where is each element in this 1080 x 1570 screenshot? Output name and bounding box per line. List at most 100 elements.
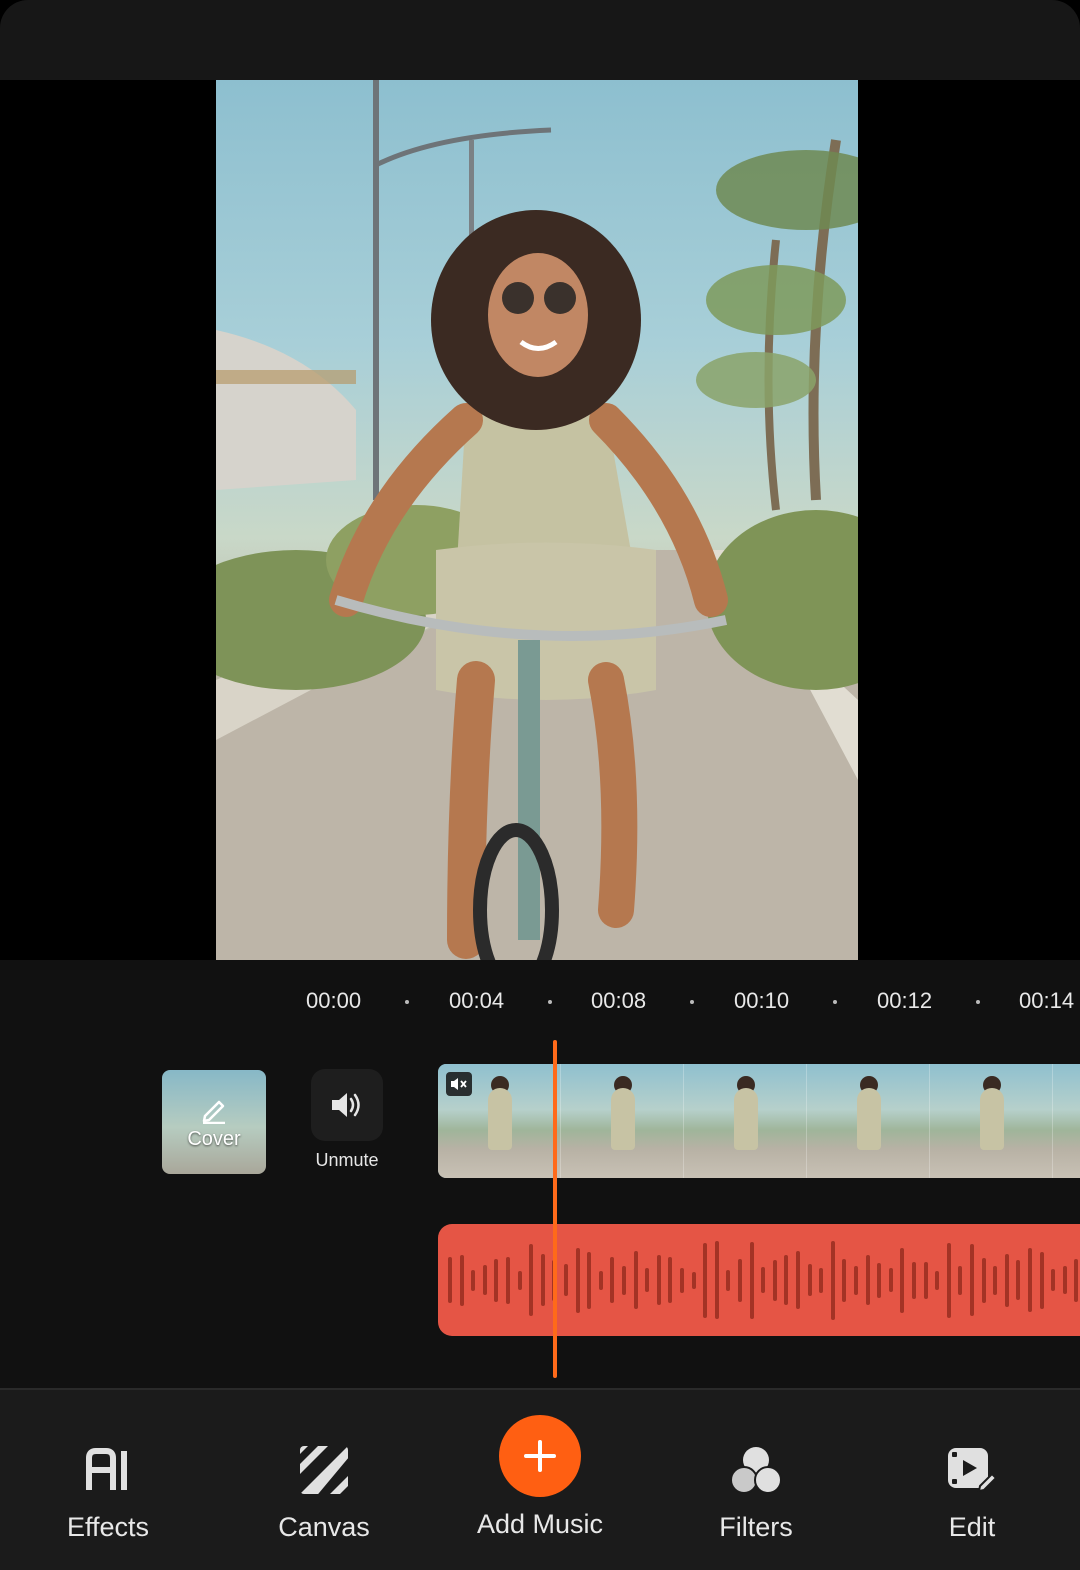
waveform-bar — [622, 1265, 626, 1295]
tick-dot — [548, 1000, 552, 1004]
edit-video-icon — [948, 1448, 998, 1493]
waveform-bar — [540, 1254, 545, 1306]
video-frame-thumb — [684, 1064, 807, 1178]
nav-canvas[interactable]: Canvas — [216, 1390, 432, 1570]
waveform-bar — [1074, 1258, 1079, 1302]
waveform-bar — [958, 1265, 963, 1295]
waveform-bar — [761, 1267, 766, 1293]
tick-dot — [405, 1000, 409, 1004]
nav-filters[interactable]: Filters — [648, 1390, 864, 1570]
waveform-bar — [854, 1265, 858, 1295]
waveform-bar — [888, 1268, 893, 1292]
waveform-bar — [877, 1262, 882, 1298]
playhead[interactable] — [553, 1040, 557, 1378]
waveform-bar — [1039, 1251, 1044, 1309]
add-music-button[interactable] — [499, 1415, 581, 1497]
tick-dot — [690, 1000, 694, 1004]
unmute-button[interactable] — [311, 1069, 383, 1141]
waveform-bar — [935, 1270, 940, 1290]
video-preview[interactable] — [216, 80, 858, 960]
nav-label: Filters — [719, 1512, 793, 1542]
waveform-bar — [575, 1247, 580, 1313]
waveform-bar — [981, 1257, 986, 1303]
tick-dot — [833, 1000, 837, 1004]
waveform-bar — [865, 1255, 870, 1305]
waveform-bar — [726, 1269, 731, 1291]
time-tick: 00:10 — [734, 988, 790, 1013]
waveform-bar — [494, 1258, 499, 1302]
timeline-area: 00:00 00:04 00:08 00:10 00:12 00:14 Cove… — [0, 960, 1080, 1388]
cover-button[interactable]: Cover — [162, 1070, 266, 1174]
waveform-bar — [645, 1268, 650, 1292]
waveform-bar — [912, 1261, 916, 1299]
waveform-bar — [680, 1267, 684, 1293]
time-tick: 00:12 — [877, 988, 933, 1013]
waveform-bar — [807, 1264, 812, 1296]
time-tick: 00:08 — [591, 988, 647, 1013]
waveform-bar — [633, 1251, 638, 1309]
waveform-bar — [598, 1270, 603, 1290]
waveform-bar — [784, 1255, 789, 1305]
waveform-bar — [830, 1240, 835, 1320]
nav-add-music[interactable]: Add Music — [432, 1390, 648, 1570]
waveform-bar — [749, 1241, 754, 1319]
speaker-icon — [332, 1093, 360, 1117]
mute-icon — [451, 1078, 467, 1090]
nav-label: Effects — [66, 1512, 150, 1542]
pencil-icon — [202, 1100, 225, 1124]
tick-dot — [976, 1000, 980, 1004]
waveform-bar — [738, 1258, 742, 1302]
nav-label: Edit — [948, 1512, 996, 1542]
waveform-bar — [703, 1242, 708, 1318]
nav-label: Add Music — [476, 1509, 604, 1539]
video-track[interactable] — [438, 1064, 1080, 1178]
cover-label: Cover — [187, 1127, 241, 1150]
waveform-bar — [448, 1257, 452, 1303]
waveform-bar — [656, 1255, 661, 1305]
bottom-nav: Effects Canvas Add Music Filters Edit — [0, 1388, 1080, 1570]
video-preview-image — [216, 80, 858, 960]
waveform-bar — [459, 1254, 464, 1306]
preview-area — [0, 80, 1080, 960]
waveform-bar — [1016, 1260, 1021, 1300]
waveform-bar — [668, 1257, 673, 1303]
waveform-bar — [842, 1258, 847, 1302]
waveform-bar — [1051, 1269, 1056, 1291]
waveform-bar — [1004, 1253, 1009, 1307]
time-ruler: 00:00 00:04 00:08 00:10 00:12 00:14 — [0, 988, 1080, 1018]
waveform-bar — [587, 1251, 592, 1309]
video-frame-thumb — [1053, 1064, 1080, 1178]
nav-edit[interactable]: Edit — [864, 1390, 1080, 1570]
waveform-bar — [796, 1251, 800, 1309]
waveform-bar — [1062, 1266, 1067, 1294]
waveform-bar — [517, 1270, 522, 1290]
waveform-bar — [471, 1269, 476, 1291]
waveform-bar — [946, 1242, 951, 1318]
nav-effects[interactable]: Effects — [0, 1390, 216, 1570]
ai-icon — [86, 1448, 127, 1490]
nav-label: Canvas — [278, 1512, 370, 1542]
waveform-bar — [506, 1256, 510, 1304]
audio-track[interactable] — [438, 1224, 1080, 1336]
waveform-bar — [772, 1259, 777, 1301]
mute-badge — [446, 1072, 472, 1096]
video-frame-thumb — [930, 1064, 1053, 1178]
waveform-bar — [610, 1257, 615, 1303]
waveform-bar — [1028, 1248, 1032, 1312]
waveform-bar — [529, 1244, 534, 1316]
waveform-bar — [993, 1265, 998, 1295]
filters-circles-icon — [730, 1447, 782, 1494]
waveform-bar — [564, 1264, 568, 1296]
plus-icon — [524, 1440, 556, 1472]
waveform-bar — [970, 1244, 974, 1316]
waveform-bar — [923, 1261, 928, 1299]
time-tick: 00:00 — [306, 988, 362, 1013]
time-tick: 00:14 — [1019, 988, 1075, 1013]
waveform-bar — [714, 1241, 719, 1319]
waveform-bar — [819, 1267, 824, 1293]
waveform-bar — [900, 1247, 905, 1313]
waveform-bar — [482, 1265, 487, 1295]
canvas-stripes-icon — [300, 1446, 348, 1494]
video-frame-thumb — [561, 1064, 684, 1178]
unmute-label: Unmute — [315, 1150, 379, 1170]
